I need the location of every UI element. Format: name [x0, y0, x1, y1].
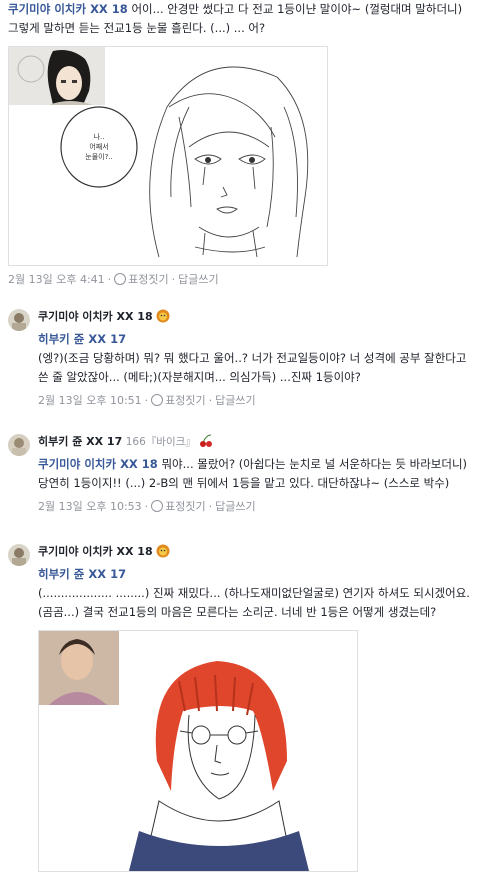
reply-2-body: 히부키 쥰 XX 17 166『바이크』 쿠기미야 이치카 XX 18 뭐야..… — [38, 434, 474, 514]
reply-2-author-link[interactable]: 히부키 쥰 XX 17 — [38, 435, 122, 448]
comment-1-text-block: 쿠기미야 이치카 XX 18 어이... 안경만 썼다고 다 전교 1등이냔 말… — [8, 0, 474, 38]
cherry-emoji — [199, 434, 213, 453]
girl-pupils — [205, 157, 255, 163]
reply-1-text-block: 히부키 쥰 XX 17 (엥?)(조금 당황하며) 뭐? 뭐 했다고 울어..?… — [38, 330, 474, 387]
reply-3-text: (................... ........) 진짜 재밌다...… — [38, 586, 470, 619]
reply-2-text-block: 쿠기미야 이치카 XX 18 뭐야... 몰랐어? (아쉽다는 눈치로 널 서운… — [38, 455, 474, 493]
reply-1-text: (엥?)(조금 당황하며) 뭐? 뭐 했다고 울어..? 너가 전교일등이야? … — [38, 351, 467, 384]
reply-1-react-link[interactable]: 표정짓기 — [165, 394, 205, 407]
speech-bubble-line-2: 어째서 — [89, 142, 108, 151]
reply-2-mention-link[interactable]: 쿠기미야 이치카 XX 18 — [38, 457, 158, 471]
reply-2-meta: 2월 13일 오후 10:53 · 표정짓기 · 답글쓰기 — [38, 500, 256, 513]
inset-face — [56, 66, 82, 100]
avatar-image — [12, 548, 26, 566]
smile-icon[interactable] — [151, 500, 164, 512]
comment-1-reply-link[interactable]: 답글쓰기 — [178, 273, 218, 286]
smile-icon[interactable] — [151, 394, 164, 406]
lion-emoji — [156, 309, 170, 328]
smile-icon[interactable] — [114, 273, 127, 285]
reply-1-body: 쿠기미야 이치카 XX 18 히부키 쥰 XX 17 (엥?)(조금 당황하며)… — [38, 309, 474, 408]
comment-1-react-link[interactable]: 표정짓기 — [128, 273, 168, 286]
reply-1-name-line: 쿠기미야 이치카 XX 18 — [38, 309, 474, 328]
red-hair — [155, 661, 287, 791]
avatar[interactable] — [8, 309, 30, 331]
comment-1-author-link[interactable]: 쿠기미야 이치카 XX 18 — [8, 2, 128, 16]
inset-eye-right — [72, 80, 77, 83]
avatar[interactable] — [8, 544, 30, 566]
reply-2-reply-link[interactable]: 답글쓰기 — [215, 500, 255, 513]
speech-bubble-line-1: 나.. — [94, 132, 105, 141]
reply-3-name-line: 쿠기미야 이치카 XX 18 — [38, 544, 474, 563]
avatar[interactable] — [8, 434, 30, 456]
reply-2-name-line: 히부키 쥰 XX 17 166『바이크』 — [38, 434, 474, 453]
inset-eye-left — [61, 80, 66, 83]
comment-1-meta: 2월 13일 오후 4:41 · 표정짓기 · 답글쓰기 — [8, 273, 219, 286]
reply-1-reply-link[interactable]: 답글쓰기 — [215, 394, 255, 407]
reply-3-image[interactable] — [38, 630, 358, 872]
reply-1-mention-link[interactable]: 히부키 쥰 XX 17 — [38, 332, 126, 346]
comment-1-image[interactable]: 나.. 어째서 눈물이?.. — [8, 46, 328, 266]
reply-3-body: 쿠기미야 이치카 XX 18 히부키 쥰 XX 17 (............… — [38, 544, 474, 872]
sailor-collar — [129, 831, 309, 871]
comment-1: 쿠기미야 이치카 XX 18 어이... 안경만 썼다고 다 전교 1등이냔 말… — [8, 0, 474, 286]
comment-thread: 쿠기미야 이치카 XX 18 어이... 안경만 썼다고 다 전교 1등이냔 말… — [0, 0, 484, 877]
lion-emoji — [156, 544, 170, 563]
girl-line-art — [149, 66, 309, 258]
reply-3-author-link[interactable]: 쿠기미야 이치카 XX 18 — [38, 545, 153, 558]
reply-1-meta: 2월 13일 오후 10:51 · 표정짓기 · 답글쓰기 — [38, 394, 256, 407]
red-hair-grandma-image — [39, 631, 309, 871]
reply-2-extra: 166『바이크』 — [125, 436, 196, 448]
reply-2-react-link[interactable]: 표정짓기 — [165, 500, 205, 513]
reply-3-text-block: 히부키 쥰 XX 17 (................... .......… — [38, 565, 474, 622]
reply-2-date[interactable]: 2월 13일 오후 10:53 — [38, 500, 142, 513]
avatar-image — [12, 438, 26, 456]
speech-bubble-line-3: 눈물이?.. — [85, 152, 113, 161]
manga-crying-girl-image: 나.. 어째서 눈물이?.. — [9, 47, 309, 258]
avatar-image — [12, 313, 26, 331]
comment-1-date[interactable]: 2월 13일 오후 4:41 — [8, 273, 105, 286]
reply-3-mention-link[interactable]: 히부키 쥰 XX 17 — [38, 567, 126, 581]
reply-1-author-link[interactable]: 쿠기미야 이치카 XX 18 — [38, 310, 153, 323]
reply-1-date[interactable]: 2월 13일 오후 10:51 — [38, 394, 142, 407]
